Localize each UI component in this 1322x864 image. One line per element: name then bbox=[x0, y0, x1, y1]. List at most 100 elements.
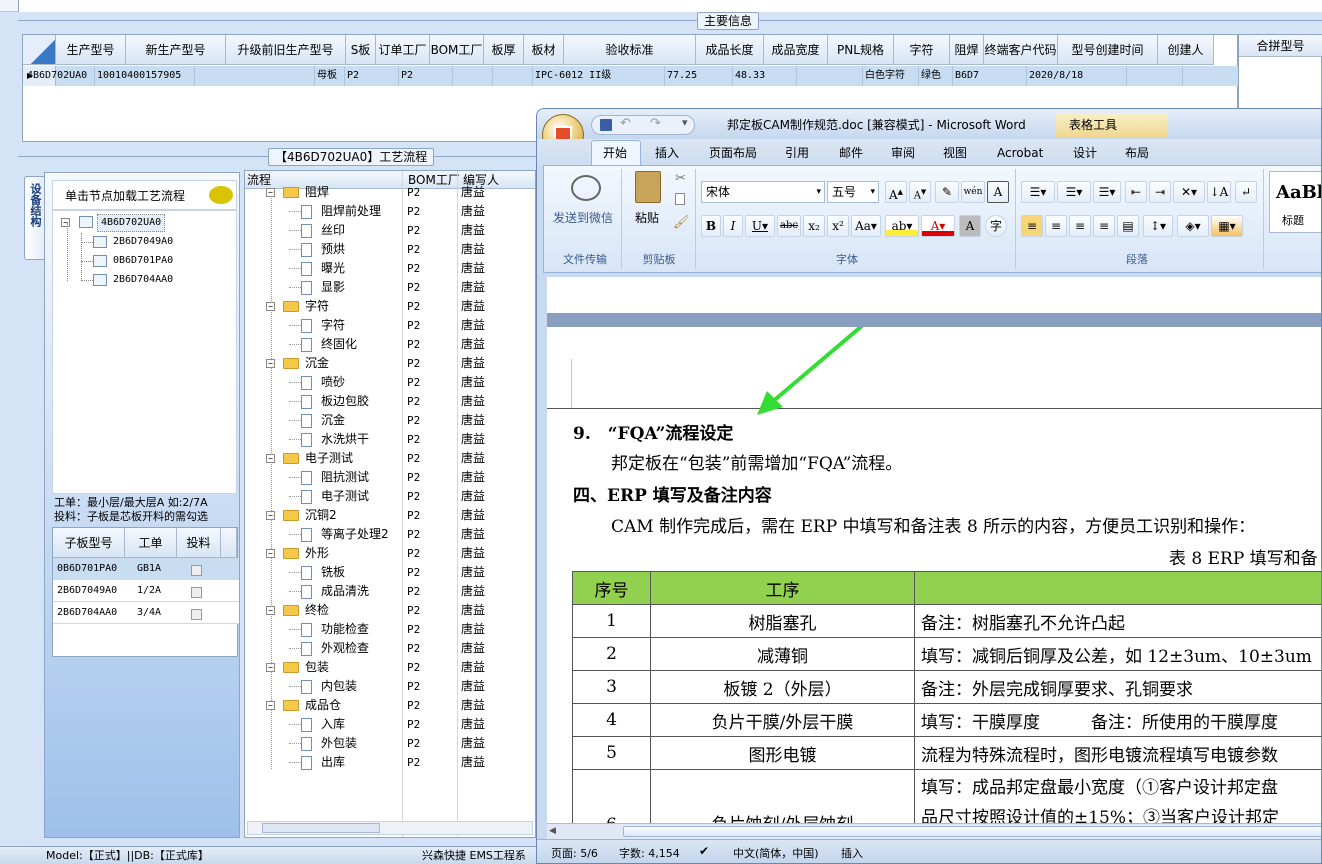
collapse-icon[interactable]: − bbox=[266, 606, 275, 615]
main-grid-header[interactable]: 字符 bbox=[894, 35, 950, 65]
collapse-icon[interactable]: − bbox=[266, 454, 275, 463]
tree-collapse-icon[interactable]: − bbox=[61, 218, 70, 227]
font-color-button[interactable]: A▾ bbox=[921, 215, 955, 237]
main-grid-header[interactable]: 板材 bbox=[524, 35, 564, 65]
align-center-button[interactable]: ≡ bbox=[1045, 215, 1067, 237]
main-grid-cell[interactable]: B6D7 bbox=[953, 66, 1027, 86]
italic-button[interactable]: I bbox=[723, 215, 743, 237]
main-grid-header[interactable]: 新生产型号 bbox=[126, 35, 226, 65]
flow-step-node[interactable]: 阻抗测试 P2 唐益 bbox=[245, 468, 535, 487]
strikethrough-button[interactable]: abc bbox=[777, 215, 801, 237]
main-grid-header[interactable]: 升级前旧生产型号 bbox=[226, 35, 346, 65]
tab-word-9[interactable]: 布局 bbox=[1125, 140, 1149, 166]
heading-fqa[interactable]: 9. “FQA”流程设定 bbox=[573, 419, 733, 444]
flow-step-node[interactable]: 外观检查 P2 唐益 bbox=[245, 639, 535, 658]
status-words[interactable]: 字数: 4,154 bbox=[619, 845, 680, 861]
collapse-icon[interactable]: − bbox=[266, 663, 275, 672]
sub-cell[interactable]: 0B6D701PA0 bbox=[57, 558, 117, 580]
tab-word-1[interactable]: 插入 bbox=[655, 140, 679, 166]
flow-step-node[interactable]: 功能检查 P2 唐益 bbox=[245, 620, 535, 639]
main-grid-cell[interactable] bbox=[453, 66, 493, 86]
table-row[interactable]: 4 负片干膜/外层干膜 填写：干膜厚度 备注：所使用的干膜厚度 bbox=[572, 703, 1321, 737]
main-grid-header[interactable]: PNL规格 bbox=[828, 35, 894, 65]
sort-button[interactable]: ↓A bbox=[1207, 181, 1231, 203]
main-grid-cell[interactable] bbox=[797, 66, 863, 86]
main-grid-header[interactable]: 成品长度 bbox=[696, 35, 764, 65]
flow-step-node[interactable]: 丝印 P2 唐益 bbox=[245, 221, 535, 240]
main-grid-cell[interactable]: 10010400157905 bbox=[95, 66, 195, 86]
send-to-wechat-button[interactable]: 发送到微信 bbox=[553, 209, 613, 226]
bold-button[interactable]: B bbox=[701, 215, 721, 237]
redo-icon[interactable]: ↷ bbox=[650, 116, 661, 131]
flow-step-node[interactable]: 等离子处理2 P2 唐益 bbox=[245, 525, 535, 544]
distributed-button[interactable]: ▤ bbox=[1117, 215, 1139, 237]
flow-step-node[interactable]: 板边包胶 P2 唐益 bbox=[245, 392, 535, 411]
word-window[interactable]: ↶ ↷ ▾ 邦定板CAM制作规范.doc [兼容模式] - Microsoft … bbox=[536, 108, 1322, 864]
flow-step-node[interactable]: 出库 P2 唐益 bbox=[245, 753, 535, 772]
tab-word-2[interactable]: 页面布局 bbox=[709, 140, 757, 166]
flow-step-node[interactable]: 内包装 P2 唐益 bbox=[245, 677, 535, 696]
main-grid-header[interactable]: 成品宽度 bbox=[764, 35, 828, 65]
tab-word-7[interactable]: Acrobat bbox=[997, 140, 1043, 166]
main-grid-cell[interactable] bbox=[195, 66, 315, 86]
status-page[interactable]: 页面: 5/6 bbox=[551, 845, 598, 861]
flow-folder-node[interactable]: − 终检 P2 唐益 bbox=[245, 601, 535, 620]
table-row[interactable]: 2 减薄铜 填写：减铜后铜厚及公差，如 12±3um、10±3um bbox=[572, 637, 1321, 671]
table-row[interactable]: 2B6D704AA0 3/4A bbox=[53, 602, 239, 624]
scroll-thumb[interactable] bbox=[262, 823, 380, 833]
main-grid-cell[interactable]: P2 bbox=[399, 66, 453, 86]
grid-corner[interactable] bbox=[23, 35, 56, 65]
sub-cell[interactable]: 1/2A bbox=[137, 580, 161, 602]
tab-word-6[interactable]: 视图 bbox=[943, 140, 967, 166]
qat-dropdown-icon[interactable]: ▾ bbox=[682, 116, 688, 129]
undo-icon[interactable]: ↶ bbox=[620, 116, 631, 131]
para-erp[interactable]: CAM 制作完成后，需在 ERP 中填写和备注表 8 所示的内容，方便员工识别和… bbox=[611, 512, 1255, 537]
highlight-button[interactable]: ab▾ bbox=[885, 215, 919, 237]
wechat-icon[interactable] bbox=[571, 175, 601, 201]
collapse-icon[interactable]: − bbox=[266, 188, 275, 197]
sub-cell[interactable]: 2B6D7049A0 bbox=[57, 580, 117, 602]
flow-step-node[interactable]: 沉金 P2 唐益 bbox=[245, 411, 535, 430]
tab-word-5[interactable]: 审阅 bbox=[891, 140, 915, 166]
enclose-char-button[interactable]: 字 bbox=[985, 215, 1007, 237]
shrink-font-button[interactable]: A▼ bbox=[909, 181, 931, 203]
feeding-checkbox[interactable] bbox=[191, 607, 202, 621]
align-right-button[interactable]: ≡ bbox=[1069, 215, 1091, 237]
main-grid-header[interactable]: 板厚 bbox=[484, 35, 524, 65]
show-marks-button[interactable]: ↵ bbox=[1235, 181, 1257, 203]
flow-folder-node[interactable]: − 包装 P2 唐益 bbox=[245, 658, 535, 677]
heading-erp[interactable]: 四、ERP 填写及备注内容 bbox=[573, 481, 772, 506]
tree-node[interactable]: 2B6D7049A0 bbox=[113, 234, 173, 250]
flow-step-node[interactable]: 入库 P2 唐益 bbox=[245, 715, 535, 734]
status-language[interactable]: 中文(简体，中国) bbox=[733, 845, 819, 861]
line-spacing-button[interactable]: ↕▾ bbox=[1143, 215, 1173, 237]
align-left-button[interactable]: ≡ bbox=[1021, 215, 1043, 237]
grow-font-button[interactable]: A▲ bbox=[885, 181, 907, 203]
font-size-select[interactable]: 五号 ▾ bbox=[827, 181, 879, 203]
flow-folder-node[interactable]: − 外形 P2 唐益 bbox=[245, 544, 535, 563]
scroll-thumb[interactable] bbox=[623, 826, 1321, 837]
table-row[interactable]: 5 图形电镀 流程为特殊流程时，图形电镀流程填写电镀参数 bbox=[572, 736, 1321, 770]
chinese-layout-button[interactable]: ✕▾ bbox=[1173, 181, 1205, 203]
main-grid-cell[interactable]: 2020/8/18 bbox=[1027, 66, 1127, 86]
save-icon[interactable] bbox=[600, 119, 612, 131]
para-fqa[interactable]: 邦定板在“包装”前需增加“FQA”流程。 bbox=[611, 449, 902, 474]
copy-icon[interactable] bbox=[675, 193, 685, 205]
flow-folder-node[interactable]: − 字符 P2 唐益 bbox=[245, 297, 535, 316]
phonetic-guide-icon[interactable]: wén bbox=[961, 181, 985, 203]
table-row[interactable]: 2B6D7049A0 1/2A bbox=[53, 580, 239, 602]
main-grid-header[interactable]: 终端客户代码 bbox=[984, 35, 1058, 65]
table-row[interactable]: 1 树脂塞孔 备注：树脂塞孔不允许凸起 bbox=[572, 604, 1321, 638]
subscript-button[interactable]: x₂ bbox=[803, 215, 825, 237]
tree-node[interactable]: 0B6D701PA0 bbox=[113, 253, 173, 269]
tree-node[interactable]: 2B6D704AA0 bbox=[113, 272, 173, 288]
main-grid-cell[interactable]: P2 bbox=[345, 66, 399, 86]
sub-cell[interactable]: GB1A bbox=[137, 558, 161, 580]
increase-indent-button[interactable]: ⇥ bbox=[1149, 181, 1171, 203]
feeding-checkbox[interactable] bbox=[191, 585, 202, 599]
tab-word-0[interactable]: 开始 bbox=[603, 140, 627, 166]
main-grid-header[interactable]: 创建人 bbox=[1158, 35, 1214, 65]
main-grid-cell[interactable]: 绿色 bbox=[919, 66, 953, 86]
paste-icon[interactable] bbox=[635, 171, 661, 203]
main-grid-cell[interactable]: 母板 bbox=[315, 66, 345, 86]
